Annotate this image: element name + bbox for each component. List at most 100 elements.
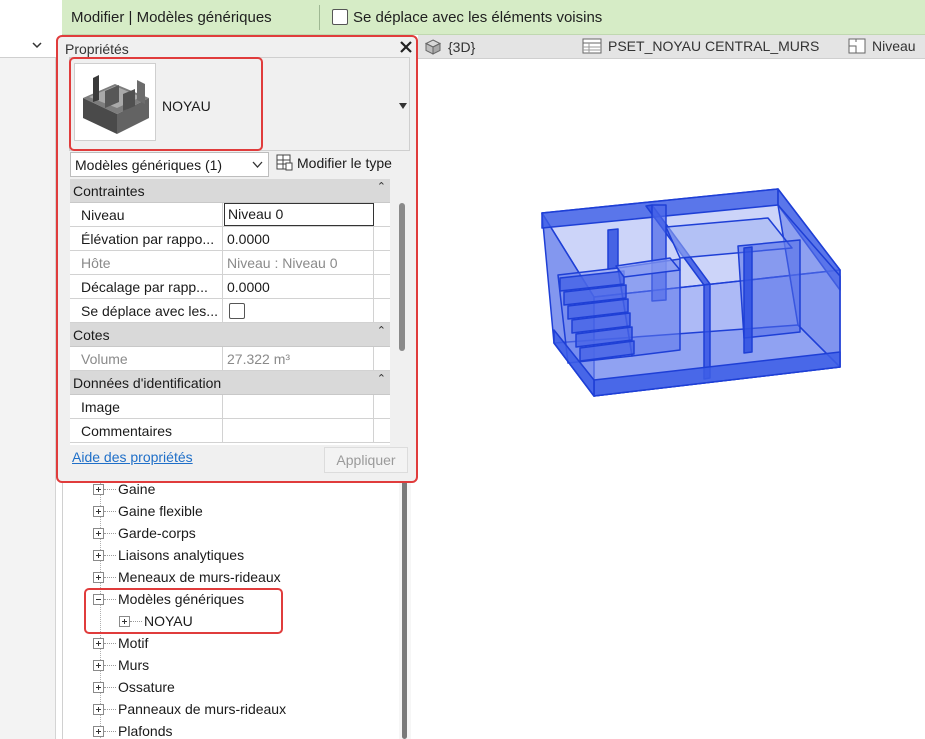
prop-row-offset[interactable]: Décalage par rapp... 0.0000	[70, 275, 390, 299]
tree-item-murs[interactable]: Murs	[93, 654, 149, 676]
collapse-icon[interactable]: ⌃	[377, 372, 386, 385]
prop-row-level[interactable]: Niveau Niveau 0	[70, 203, 390, 227]
tree-item-label: Gaine flexible	[118, 503, 203, 519]
tree-item-label: Murs	[118, 657, 150, 673]
expand-icon[interactable]	[93, 681, 104, 693]
moves-with-nearby-label: Se déplace avec les éléments voisins	[353, 9, 603, 26]
prop-label: Commentaires	[70, 419, 223, 443]
tab-level-label: Niveau	[872, 38, 916, 54]
tab-level[interactable]: Niveau	[848, 38, 916, 54]
prop-label: Volume	[70, 347, 223, 371]
offset-value-field[interactable]: 0.0000	[224, 275, 374, 299]
section-identity[interactable]: Données d'identification ⌃	[70, 371, 390, 395]
collapse-icon[interactable]: ⌃	[377, 324, 386, 337]
tree-item-motif[interactable]: Motif	[93, 632, 148, 654]
tree-item-plafonds[interactable]: Plafonds	[93, 720, 172, 739]
expand-icon[interactable]	[93, 571, 104, 583]
prop-label: Image	[70, 395, 223, 419]
ribbon-separator	[319, 5, 320, 30]
type-selector[interactable]: NOYAU	[69, 57, 410, 151]
tree-item-modeles-generiques[interactable]: Modèles génériques	[93, 588, 244, 610]
tree-item-noyau[interactable]: NOYAU	[119, 610, 193, 632]
edit-type-button[interactable]: Modifier le type	[276, 154, 392, 171]
volume-value: 27.322 m³	[224, 347, 374, 371]
prop-row-image[interactable]: Image	[70, 395, 390, 419]
tree-item-ossature[interactable]: Ossature	[93, 676, 175, 698]
tree-item-label: Modèles génériques	[118, 591, 245, 607]
type-name: NOYAU	[162, 98, 211, 114]
host-value: Niveau : Niveau 0	[224, 251, 374, 275]
tree-item-label: Ossature	[118, 679, 175, 695]
expand-icon[interactable]	[93, 637, 104, 649]
ribbon-context-title: Modifier | Modèles génériques	[71, 9, 272, 26]
chevron-down-icon[interactable]	[30, 38, 44, 52]
properties-scrollbar[interactable]	[399, 203, 405, 351]
section-dimensions[interactable]: Cotes ⌃	[70, 323, 390, 347]
tree-item-liaisons[interactable]: Liaisons analytiques	[93, 544, 244, 566]
expand-icon[interactable]	[119, 615, 130, 627]
prop-label: Décalage par rapp...	[70, 275, 223, 299]
section-constraints[interactable]: Contraintes ⌃	[70, 179, 390, 203]
view-tabs-bar: {3D} PSET_NOYAU CENTRAL_MURS Niveau	[418, 35, 925, 59]
expand-icon[interactable]	[93, 483, 104, 495]
moves-with-nearby-checkbox[interactable]	[332, 9, 348, 25]
section-label: Cotes	[73, 327, 110, 343]
prop-label: Se déplace avec les...	[70, 299, 223, 323]
prop-row-moves[interactable]: Se déplace avec les...	[70, 299, 390, 323]
view-combo[interactable]	[0, 0, 56, 58]
edit-type-label: Modifier le type	[297, 154, 392, 171]
collapse-icon[interactable]	[93, 593, 104, 605]
tree-item-label: Plafonds	[118, 723, 173, 739]
filter-value: Modèles génériques (1)	[75, 157, 223, 173]
close-icon[interactable]	[398, 39, 414, 55]
tree-item-garde-corps[interactable]: Garde-corps	[93, 522, 196, 544]
tree-item-meneaux[interactable]: Meneaux de murs-rideaux	[93, 566, 281, 588]
section-label: Contraintes	[73, 183, 145, 199]
collapse-icon[interactable]: ⌃	[377, 180, 386, 193]
tree-item-label: Garde-corps	[118, 525, 196, 541]
contextual-ribbon: Modifier | Modèles génériques Se déplace…	[62, 0, 925, 35]
tree-item-label: Panneaux de murs-rideaux	[118, 701, 287, 717]
edit-type-icon	[276, 154, 293, 171]
generic-model-preview-icon	[83, 75, 149, 134]
expand-icon[interactable]	[93, 549, 104, 561]
tree-item-label: Liaisons analytiques	[118, 547, 245, 563]
tree-item-label: Gaine	[118, 481, 156, 497]
expand-icon[interactable]	[93, 505, 104, 517]
tree-item-gaine-flexible[interactable]: Gaine flexible	[93, 500, 203, 522]
elevation-value-field[interactable]: 0.0000	[224, 227, 374, 251]
section-label: Données d'identification	[73, 375, 222, 391]
browser-scroll-thumb[interactable]	[402, 480, 407, 739]
core-3d-model[interactable]	[418, 60, 925, 739]
apply-button[interactable]: Appliquer	[324, 447, 408, 473]
level-value-field[interactable]: Niveau 0	[224, 203, 374, 226]
properties-help-link[interactable]: Aide des propriétés	[72, 449, 193, 465]
tree-item-label: NOYAU	[144, 613, 193, 629]
schedule-table-icon	[582, 38, 602, 54]
tree-item-label: Meneaux de murs-rideaux	[118, 569, 281, 585]
properties-panel: Propriétés NOYAU Modèles génériques (1)	[56, 35, 418, 483]
tab-schedule[interactable]: PSET_NOYAU CENTRAL_MURS	[582, 38, 819, 54]
tree-item-panneaux[interactable]: Panneaux de murs-rideaux	[93, 698, 286, 720]
3d-viewport[interactable]	[418, 60, 925, 739]
expand-icon[interactable]	[93, 703, 104, 715]
expand-icon[interactable]	[93, 527, 104, 539]
tab-3d-label: {3D}	[448, 39, 476, 55]
expand-icon[interactable]	[93, 659, 104, 671]
tab-schedule-label: PSET_NOYAU CENTRAL_MURS	[608, 38, 820, 54]
type-thumbnail	[74, 63, 156, 141]
prop-label: Niveau	[70, 203, 223, 227]
prop-row-elevation[interactable]: Élévation par rappo... 0.0000	[70, 227, 390, 251]
image-value-field[interactable]	[224, 395, 374, 419]
prop-row-comments[interactable]: Commentaires	[70, 419, 390, 443]
tab-3d[interactable]: {3D}	[424, 38, 475, 56]
dropdown-triangle-icon[interactable]	[398, 102, 408, 110]
comments-value-field[interactable]	[224, 419, 374, 443]
prop-label: Hôte	[70, 251, 223, 275]
expand-icon[interactable]	[93, 725, 104, 737]
moves-with-nearby-prop-checkbox[interactable]	[229, 303, 245, 319]
instance-filter-select[interactable]: Modèles génériques (1)	[70, 152, 269, 177]
prop-row-host: Hôte Niveau : Niveau 0	[70, 251, 390, 275]
prop-row-volume: Volume 27.322 m³	[70, 347, 390, 371]
tree-item-label: Motif	[118, 635, 149, 651]
